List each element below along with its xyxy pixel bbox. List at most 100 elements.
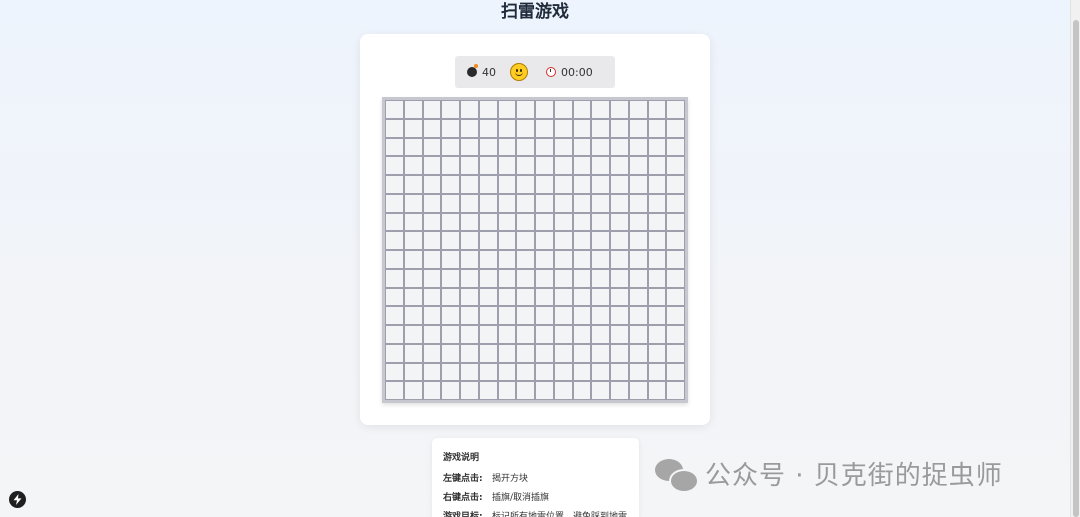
board-cell[interactable] bbox=[628, 362, 648, 382]
board-cell[interactable] bbox=[460, 343, 479, 363]
board-cell[interactable] bbox=[666, 231, 685, 250]
board-cell[interactable] bbox=[553, 325, 573, 344]
board-cell[interactable] bbox=[610, 193, 629, 213]
board-cell[interactable] bbox=[497, 212, 517, 232]
board-cell[interactable] bbox=[403, 175, 423, 194]
board-cell[interactable] bbox=[553, 343, 573, 363]
board-cell[interactable] bbox=[553, 118, 573, 138]
board-cell[interactable] bbox=[628, 343, 648, 363]
board-cell[interactable] bbox=[647, 287, 667, 307]
lightning-bolt-icon[interactable] bbox=[9, 491, 26, 508]
board-cell[interactable] bbox=[647, 381, 667, 400]
board-cell[interactable] bbox=[553, 287, 573, 307]
board-cell[interactable] bbox=[497, 381, 517, 400]
board-cell[interactable] bbox=[441, 343, 460, 363]
board-cell[interactable] bbox=[497, 287, 517, 307]
board-cell[interactable] bbox=[403, 381, 423, 400]
board-cell[interactable] bbox=[422, 362, 442, 382]
board-cell[interactable] bbox=[647, 343, 667, 363]
board-cell[interactable] bbox=[422, 137, 442, 157]
board-cell[interactable] bbox=[610, 362, 629, 382]
board-cell[interactable] bbox=[478, 268, 498, 288]
board-cell[interactable] bbox=[591, 175, 610, 194]
board-cell[interactable] bbox=[535, 268, 554, 288]
board-cell[interactable] bbox=[516, 325, 535, 344]
scrollbar[interactable] bbox=[1070, 0, 1080, 517]
board-cell[interactable] bbox=[572, 287, 592, 307]
board-cell[interactable] bbox=[666, 268, 685, 288]
board-cell[interactable] bbox=[385, 118, 404, 138]
board-cell[interactable] bbox=[666, 306, 685, 325]
board-cell[interactable] bbox=[628, 212, 648, 232]
board-cell[interactable] bbox=[666, 250, 685, 269]
board-cell[interactable] bbox=[610, 175, 629, 194]
board-cell[interactable] bbox=[460, 250, 479, 269]
board-cell[interactable] bbox=[516, 287, 535, 307]
board-cell[interactable] bbox=[535, 381, 554, 400]
board-cell[interactable] bbox=[610, 118, 629, 138]
board-cell[interactable] bbox=[647, 268, 667, 288]
board-cell[interactable] bbox=[497, 100, 517, 119]
restart-smiley-button[interactable] bbox=[510, 63, 528, 81]
board-cell[interactable] bbox=[647, 118, 667, 138]
board-cell[interactable] bbox=[441, 306, 460, 325]
board-cell[interactable] bbox=[422, 306, 442, 325]
board-cell[interactable] bbox=[666, 193, 685, 213]
board-cell[interactable] bbox=[403, 287, 423, 307]
board-cell[interactable] bbox=[553, 268, 573, 288]
board-cell[interactable] bbox=[422, 175, 442, 194]
board-cell[interactable] bbox=[497, 156, 517, 175]
board-cell[interactable] bbox=[591, 250, 610, 269]
board-cell[interactable] bbox=[591, 100, 610, 119]
board-cell[interactable] bbox=[647, 231, 667, 250]
board-cell[interactable] bbox=[610, 343, 629, 363]
board-cell[interactable] bbox=[403, 156, 423, 175]
board-cell[interactable] bbox=[535, 137, 554, 157]
board-cell[interactable] bbox=[403, 231, 423, 250]
board-cell[interactable] bbox=[535, 212, 554, 232]
board-cell[interactable] bbox=[422, 287, 442, 307]
board-cell[interactable] bbox=[572, 325, 592, 344]
board-cell[interactable] bbox=[628, 100, 648, 119]
board-cell[interactable] bbox=[628, 287, 648, 307]
board-cell[interactable] bbox=[497, 250, 517, 269]
board-cell[interactable] bbox=[628, 137, 648, 157]
board-cell[interactable] bbox=[666, 156, 685, 175]
board-cell[interactable] bbox=[460, 231, 479, 250]
scrollbar-thumb[interactable] bbox=[1073, 20, 1079, 517]
board-cell[interactable] bbox=[628, 175, 648, 194]
board-cell[interactable] bbox=[572, 381, 592, 400]
board-cell[interactable] bbox=[610, 381, 629, 400]
board-cell[interactable] bbox=[535, 193, 554, 213]
board-cell[interactable] bbox=[460, 193, 479, 213]
board-cell[interactable] bbox=[610, 137, 629, 157]
board-cell[interactable] bbox=[497, 306, 517, 325]
board-cell[interactable] bbox=[403, 325, 423, 344]
board-cell[interactable] bbox=[628, 231, 648, 250]
board-cell[interactable] bbox=[441, 325, 460, 344]
board-cell[interactable] bbox=[535, 118, 554, 138]
board-cell[interactable] bbox=[478, 231, 498, 250]
board-cell[interactable] bbox=[553, 175, 573, 194]
board-cell[interactable] bbox=[441, 193, 460, 213]
board-cell[interactable] bbox=[516, 175, 535, 194]
board-cell[interactable] bbox=[422, 156, 442, 175]
board-cell[interactable] bbox=[647, 175, 667, 194]
board-cell[interactable] bbox=[497, 268, 517, 288]
board-cell[interactable] bbox=[497, 137, 517, 157]
board-cell[interactable] bbox=[478, 156, 498, 175]
board-cell[interactable] bbox=[572, 343, 592, 363]
board-cell[interactable] bbox=[385, 156, 404, 175]
board-cell[interactable] bbox=[535, 175, 554, 194]
board-cell[interactable] bbox=[516, 212, 535, 232]
board-cell[interactable] bbox=[647, 137, 667, 157]
board-cell[interactable] bbox=[591, 118, 610, 138]
board-cell[interactable] bbox=[497, 175, 517, 194]
board-cell[interactable] bbox=[535, 156, 554, 175]
board-cell[interactable] bbox=[572, 268, 592, 288]
board-cell[interactable] bbox=[478, 287, 498, 307]
board-cell[interactable] bbox=[535, 250, 554, 269]
board-cell[interactable] bbox=[553, 193, 573, 213]
board-cell[interactable] bbox=[385, 250, 404, 269]
board-cell[interactable] bbox=[441, 250, 460, 269]
